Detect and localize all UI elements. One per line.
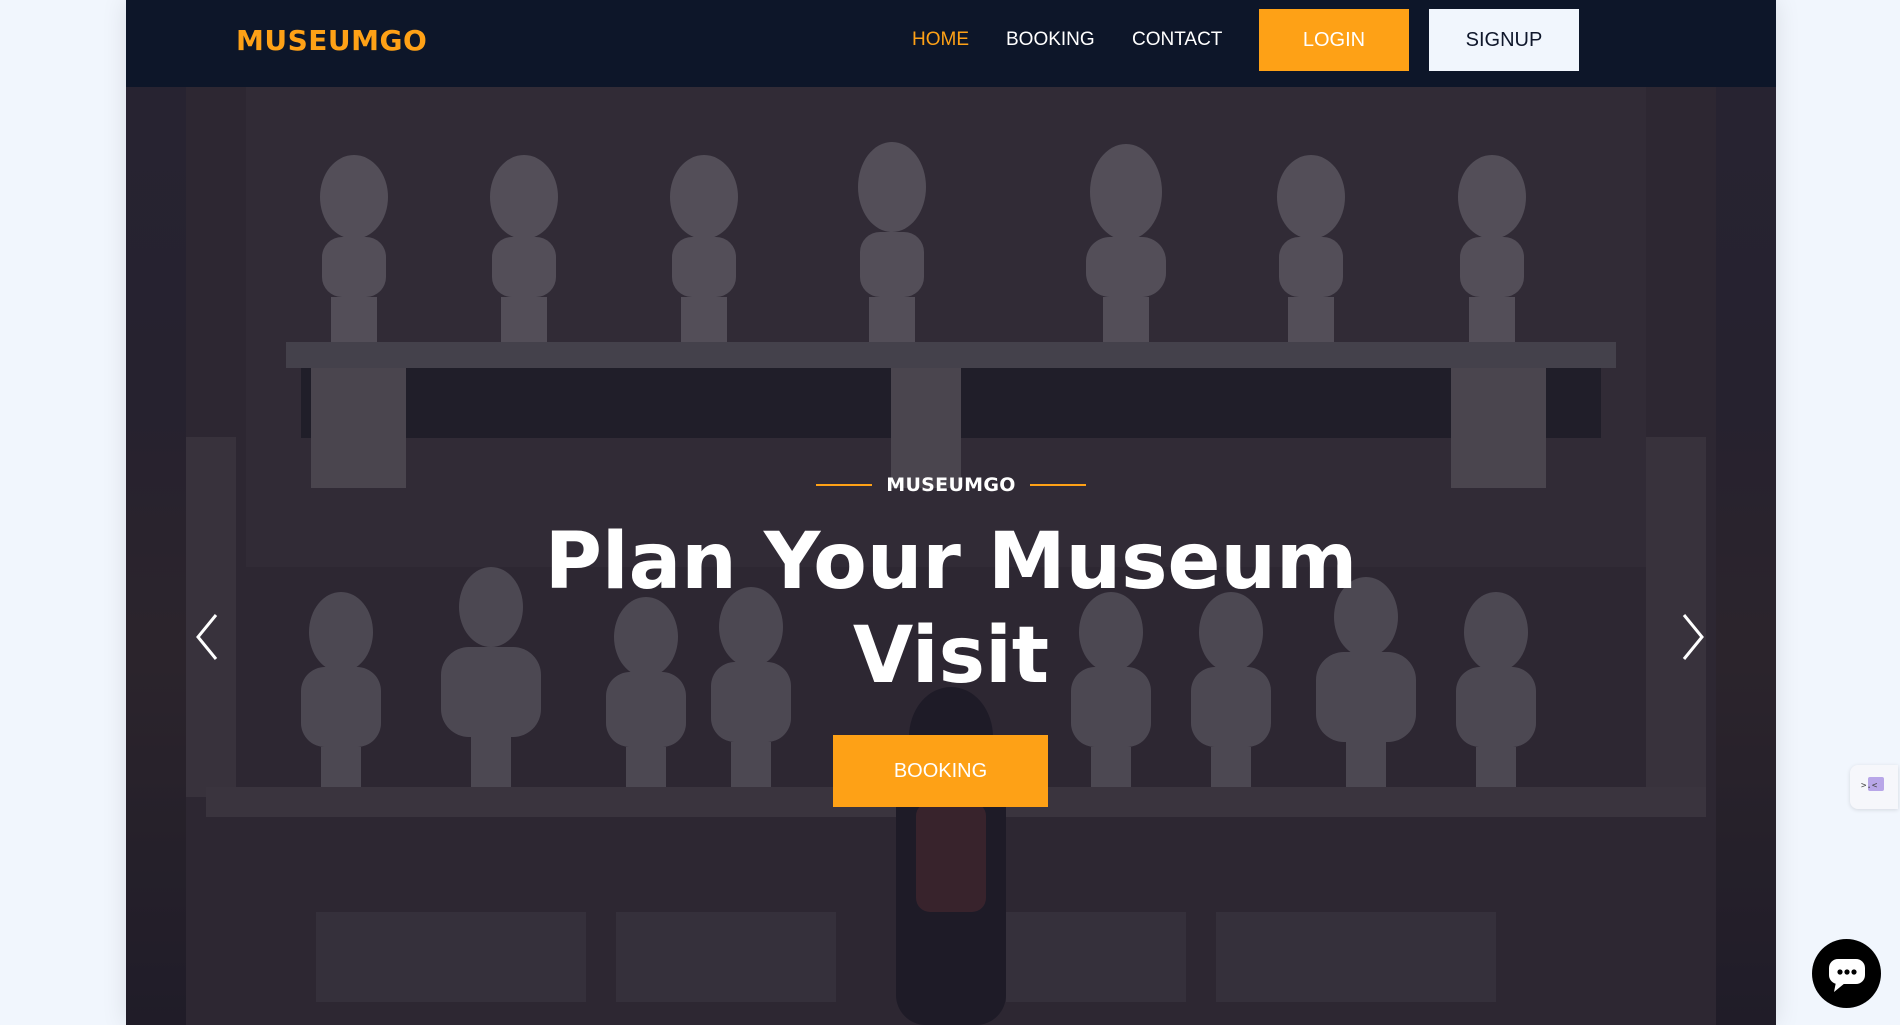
chat-widget-button[interactable]	[1812, 939, 1881, 1008]
subtitle-divider-right	[1029, 484, 1086, 486]
hero-carousel: MUSEUMGO Plan Your Museum Visit BOOKING	[126, 87, 1776, 1025]
translate-widget[interactable]: >.<	[1850, 765, 1898, 809]
navbar: MUSEUMGO HOME BOOKING CONTACT LOGIN SIGN…	[126, 0, 1776, 87]
nav-link-contact[interactable]: CONTACT	[1132, 28, 1222, 52]
hero-booking-button[interactable]: BOOKING	[833, 735, 1048, 807]
subtitle-divider-left	[816, 484, 873, 486]
hero-subtitle: MUSEUMGO	[886, 474, 1016, 496]
site-container: MUSEUMGO HOME BOOKING CONTACT LOGIN SIGN…	[126, 0, 1776, 1025]
hero-title: Plan Your Museum Visit	[501, 515, 1401, 703]
chevron-right-icon[interactable]	[1672, 607, 1712, 667]
login-button[interactable]: LOGIN	[1259, 9, 1409, 71]
nav-link-booking[interactable]: BOOKING	[1006, 28, 1095, 52]
svg-text:>.<: >.<	[1861, 781, 1878, 791]
hero-subtitle-row: MUSEUMGO	[126, 470, 1776, 500]
chat-bubble-icon	[1829, 959, 1865, 992]
translate-icon: >.<	[1861, 777, 1884, 791]
brand-logo[interactable]: MUSEUMGO	[236, 24, 427, 58]
signup-button[interactable]: SIGNUP	[1429, 9, 1579, 71]
chevron-left-icon[interactable]	[188, 607, 228, 667]
hero-title-line-2: Visit	[852, 611, 1050, 701]
nav-link-home[interactable]: HOME	[912, 28, 969, 52]
hero-title-line-1: Plan Your Museum	[544, 517, 1358, 607]
